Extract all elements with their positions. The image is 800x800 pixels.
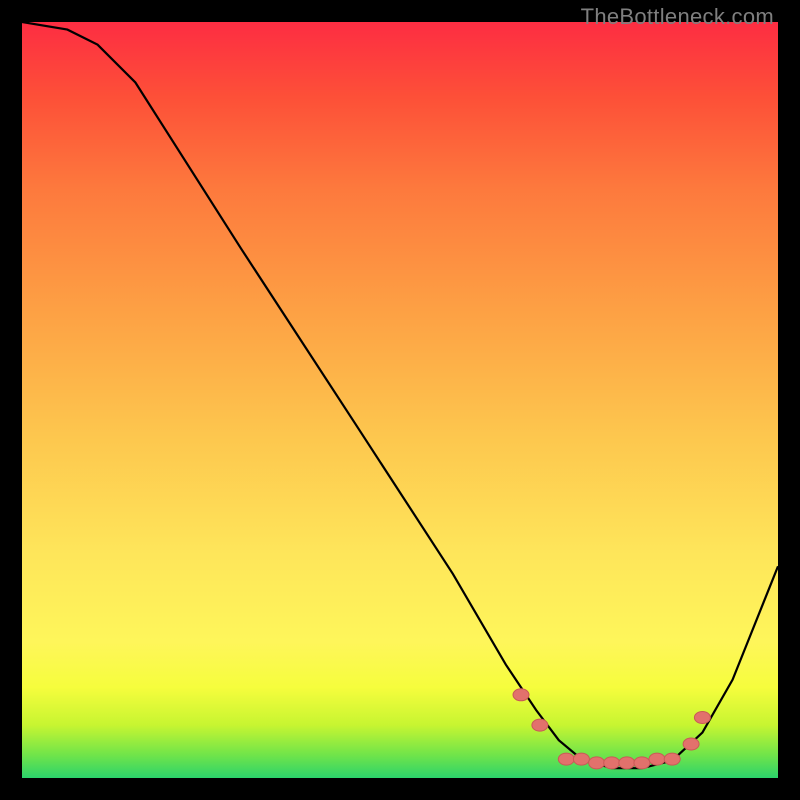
data-point (649, 753, 665, 765)
data-point (532, 719, 548, 731)
data-point (694, 712, 710, 724)
data-point (634, 757, 650, 769)
data-point (589, 757, 605, 769)
data-point (683, 738, 699, 750)
data-point (513, 689, 529, 701)
data-points-layer (22, 22, 778, 778)
data-point (604, 757, 620, 769)
data-point (573, 753, 589, 765)
watermark-text: TheBottleneck.com (581, 4, 774, 30)
data-point (558, 753, 574, 765)
data-point (664, 753, 680, 765)
data-point (619, 757, 635, 769)
